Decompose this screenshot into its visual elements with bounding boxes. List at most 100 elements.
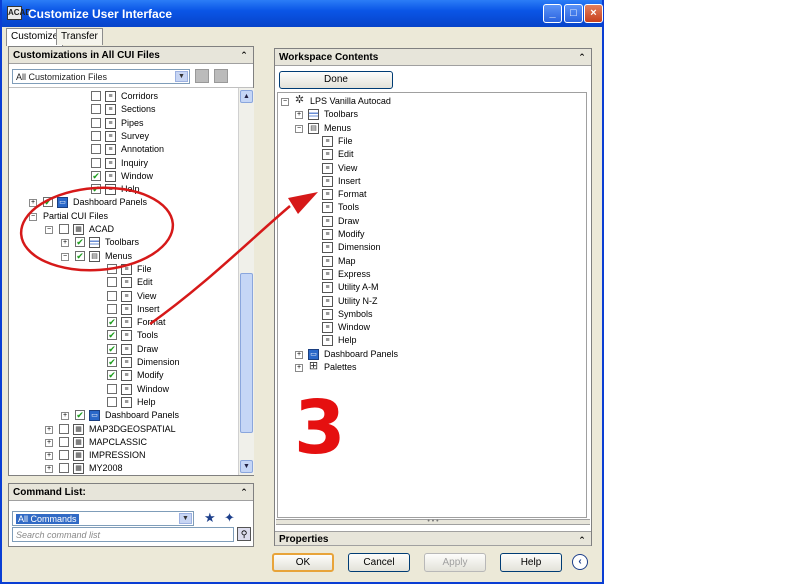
tree-item-checkbox[interactable] xyxy=(59,450,69,461)
tree-item-checkbox[interactable]: ✔ xyxy=(107,330,117,341)
tree-item-checkbox[interactable] xyxy=(59,463,69,474)
tab-customize[interactable]: Customize xyxy=(6,28,64,46)
tree-item[interactable]: ✔ ≡ Window xyxy=(9,170,235,183)
save-file-icon[interactable] xyxy=(214,69,228,83)
tree-item[interactable]: ✔ ≡ Dimension xyxy=(9,356,235,369)
workspace-tree-item[interactable]: ≡ Window xyxy=(278,321,578,334)
tree-item[interactable]: + ✔ ▭ Dashboard Panels xyxy=(9,196,235,209)
workspace-tree-item[interactable]: ≡ Modify xyxy=(278,228,578,241)
tree-scrollbar[interactable]: ▲ ▼ xyxy=(238,88,254,475)
expand-icon[interactable]: + xyxy=(295,111,303,120)
properties-header[interactable]: Properties ⌃ xyxy=(275,531,591,546)
collapse-tree-icon[interactable]: − xyxy=(45,226,53,234)
tree-item-checkbox[interactable] xyxy=(91,104,101,115)
panel-splitter[interactable]: • • • xyxy=(276,518,590,525)
collapse-icon[interactable]: ⌃ xyxy=(238,486,250,498)
tree-item[interactable]: − ▦ ACAD xyxy=(9,223,235,236)
maximize-button[interactable]: □ xyxy=(564,4,583,23)
tree-item[interactable]: − ✔ ▤ Menus xyxy=(9,250,235,263)
expand-icon[interactable]: + xyxy=(61,239,69,248)
tree-item[interactable]: ≡ Corridors xyxy=(9,90,235,103)
cancel-button[interactable]: Cancel xyxy=(348,553,410,572)
command-filter[interactable]: All Commands ▼ xyxy=(12,511,194,526)
workspace-tree-item[interactable]: ≡ Edit xyxy=(278,148,578,161)
tree-item[interactable]: ≡ Help xyxy=(9,396,235,409)
tree-item-checkbox[interactable] xyxy=(91,157,101,168)
command-search-input[interactable]: Search command list xyxy=(12,527,234,542)
tree-item-checkbox[interactable] xyxy=(107,263,117,274)
collapse-icon[interactable]: ⌃ xyxy=(576,51,588,63)
tree-item[interactable]: ≡ Pipes xyxy=(9,117,235,130)
tab-transfer[interactable]: Transfer xyxy=(56,28,103,45)
new-command-icon[interactable]: ★ xyxy=(204,510,216,526)
workspace-tree-item[interactable]: ≡ Help xyxy=(278,334,578,347)
tree-item-checkbox[interactable] xyxy=(107,290,117,301)
delete-command-icon[interactable]: ✦ xyxy=(224,510,235,526)
tree-item-checkbox[interactable] xyxy=(107,303,117,314)
tree-item[interactable]: ✔ ≡ Help xyxy=(9,183,235,196)
tree-item[interactable]: ≡ Sections xyxy=(9,103,235,116)
collapse-icon[interactable]: ⌃ xyxy=(576,534,588,546)
tree-item[interactable]: + ✔ Toolbars xyxy=(9,236,235,249)
tree-item[interactable]: ✔ ≡ Modify xyxy=(9,369,235,382)
collapse-tree-icon[interactable]: − xyxy=(29,212,37,221)
scroll-thumb[interactable] xyxy=(240,273,253,433)
tree-item[interactable]: ≡ Insert xyxy=(9,303,235,316)
title-bar[interactable]: ACAD Customize User Interface _ □ × xyxy=(2,0,603,27)
cui-file-filter[interactable]: All Customization Files ▼ xyxy=(12,69,190,84)
tree-item-checkbox[interactable]: ✔ xyxy=(43,197,53,208)
tree-item[interactable]: + ▦ MAPCLASSIC xyxy=(9,436,235,449)
tree-item-checkbox[interactable] xyxy=(107,396,117,407)
expand-icon[interactable]: + xyxy=(45,465,53,474)
workspace-tree-item[interactable]: ≡ Insert xyxy=(278,175,578,188)
tree-item-checkbox[interactable] xyxy=(59,224,69,234)
workspace-tree-item[interactable]: − ▤ Menus xyxy=(278,122,578,135)
workspace-tree-item[interactable]: + ▭ Dashboard Panels xyxy=(278,348,578,361)
tree-item-checkbox[interactable] xyxy=(91,130,101,141)
tree-item[interactable]: ≡ Annotation xyxy=(9,143,235,156)
tree-item-checkbox[interactable]: ✔ xyxy=(75,237,85,248)
tree-item-checkbox[interactable] xyxy=(107,277,117,288)
tree-item-checkbox[interactable] xyxy=(59,423,69,434)
tree-item[interactable]: + ▦ MY2008 xyxy=(9,462,235,475)
workspace-tree-item[interactable]: ≡ Map xyxy=(278,255,578,268)
tree-item[interactable]: ✔ ≡ Tools xyxy=(9,329,235,342)
tree-item[interactable]: − Partial CUI Files xyxy=(9,210,235,223)
tree-item[interactable]: ≡ View xyxy=(9,290,235,303)
workspace-tree-item[interactable]: ≡ File xyxy=(278,135,578,148)
load-file-icon[interactable] xyxy=(195,69,209,83)
collapse-icon[interactable]: ⌃ xyxy=(238,49,250,61)
expand-icon[interactable]: + xyxy=(295,350,303,359)
tree-item-checkbox[interactable] xyxy=(59,436,69,447)
expand-icon[interactable]: + xyxy=(29,199,37,208)
workspace-tree-item[interactable]: ≡ Dimension xyxy=(278,241,578,254)
expand-icon[interactable]: + xyxy=(45,425,53,434)
apply-button[interactable]: Apply xyxy=(424,553,486,572)
help-button[interactable]: Help xyxy=(500,553,562,572)
tree-item-checkbox[interactable]: ✔ xyxy=(107,343,117,354)
tree-item-checkbox[interactable]: ✔ xyxy=(91,170,101,181)
tree-item-checkbox[interactable] xyxy=(107,383,117,394)
tree-item[interactable]: + ▦ MAP3DGEOSPATIAL xyxy=(9,423,235,436)
chevron-down-icon[interactable]: ▼ xyxy=(179,513,192,524)
expand-icon[interactable]: + xyxy=(45,452,53,461)
workspace-tree-item[interactable]: ≡ Express xyxy=(278,268,578,281)
scroll-up-icon[interactable]: ▲ xyxy=(240,90,253,103)
tree-item-checkbox[interactable] xyxy=(91,117,101,128)
tree-item-checkbox[interactable]: ✔ xyxy=(107,370,117,381)
expand-icon[interactable]: + xyxy=(295,364,303,372)
tree-item[interactable]: + ✔ ▭ Dashboard Panels xyxy=(9,409,235,422)
workspace-tree-item[interactable]: − ✲ LPS Vanilla Autocad xyxy=(278,95,578,108)
chevron-down-icon[interactable]: ▼ xyxy=(175,71,188,82)
tree-item[interactable]: + ▦ IMPRESSION xyxy=(9,449,235,462)
tree-item-checkbox[interactable]: ✔ xyxy=(75,250,85,261)
tree-item[interactable]: ≡ Inquiry xyxy=(9,157,235,170)
tree-item-checkbox[interactable]: ✔ xyxy=(75,410,85,421)
expand-icon[interactable]: + xyxy=(61,412,69,421)
search-icon[interactable]: ⚲ xyxy=(237,527,251,541)
ok-button[interactable]: OK xyxy=(272,553,334,572)
collapse-dialog-button[interactable]: ‹ xyxy=(572,554,588,570)
tree-item[interactable]: ✔ ≡ Draw xyxy=(9,343,235,356)
workspace-tree-item[interactable]: ≡ Symbols xyxy=(278,308,578,321)
tree-item[interactable]: ≡ Survey xyxy=(9,130,235,143)
